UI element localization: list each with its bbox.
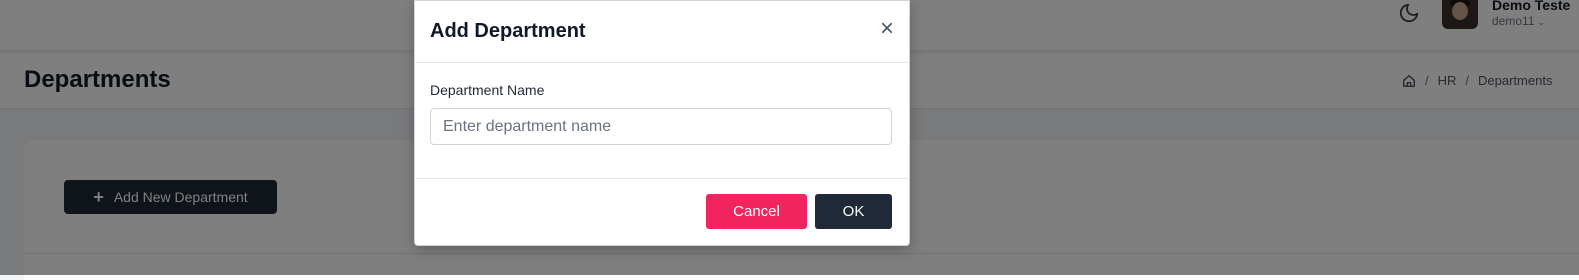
department-name-label: Department Name	[430, 82, 545, 98]
close-icon[interactable]: ×	[875, 17, 899, 41]
cancel-button[interactable]: Cancel	[706, 194, 807, 229]
ok-button[interactable]: OK	[815, 194, 892, 229]
modal-title: Add Department	[430, 20, 586, 42]
modal-footer-divider	[415, 178, 909, 179]
department-name-input[interactable]	[430, 108, 892, 145]
add-department-modal: Add Department × Department Name Cancel …	[414, 0, 910, 246]
modal-header-divider	[415, 62, 909, 63]
